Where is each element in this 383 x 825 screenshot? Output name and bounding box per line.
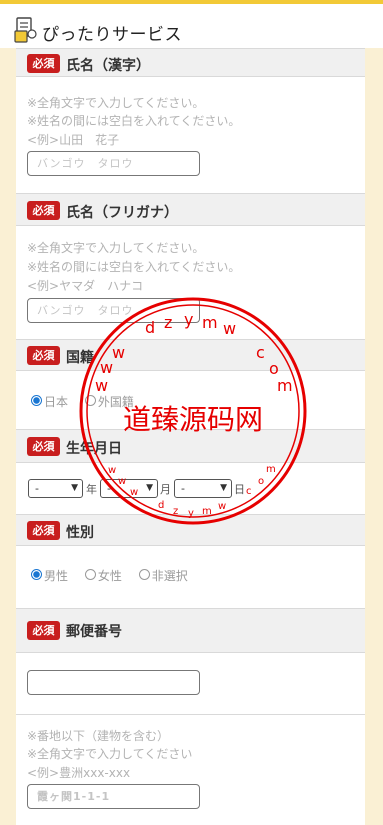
month-unit: 月 xyxy=(160,483,171,496)
year-unit: 年 xyxy=(86,483,97,496)
section-header-gender: 必須 性別 xyxy=(16,514,365,546)
postal-code-input[interactable] xyxy=(27,670,200,695)
section-title-gender: 性別 xyxy=(66,525,94,541)
section-divider xyxy=(16,714,365,715)
section-header-name-kana: 必須 氏名（フリガナ） xyxy=(16,193,365,226)
section-header-nationality: 必須 国籍 xyxy=(16,339,365,371)
required-badge: 必須 xyxy=(27,521,60,540)
birth-month-select[interactable]: - ▼ xyxy=(100,479,158,498)
section-title-name-kana: 氏名（フリガナ） xyxy=(66,205,178,221)
birth-year-value: - xyxy=(35,482,39,495)
hint-text: ※全角文字で入力してください。 xyxy=(27,96,205,110)
hint-text: ※全角文字で入力してください。 xyxy=(27,241,205,255)
section-header-postal: 必須 郵便番号 xyxy=(16,608,365,653)
hint-text: ※番地以下（建物を含む） xyxy=(27,729,170,743)
example-text: <例>山田 花子 xyxy=(27,133,120,147)
birth-day-value: - xyxy=(181,482,185,495)
hint-text: ※姓名の間には空白を入れてください。 xyxy=(27,260,241,274)
example-text: <例>ヤマダ ハナコ xyxy=(27,279,144,293)
radio-label-male: 男性 xyxy=(44,569,69,583)
day-unit: 日 xyxy=(234,483,245,496)
chevron-down-icon: ▼ xyxy=(146,483,153,493)
radio-male[interactable] xyxy=(31,569,42,580)
required-badge: 必須 xyxy=(27,621,60,640)
app-logo-icon xyxy=(14,17,37,43)
app-header: ぴったりサービス xyxy=(0,4,383,48)
hint-text: ※全角文字で入力してください xyxy=(27,747,193,761)
required-badge: 必須 xyxy=(27,54,60,73)
address-input[interactable]: 霞ヶ関1-1-1 xyxy=(27,784,200,809)
birth-year-select[interactable]: - ▼ xyxy=(28,479,83,498)
radio-label-unselected: 非選択 xyxy=(151,569,188,583)
example-text: <例>豊洲xxx-xxx xyxy=(27,766,131,780)
gender-radio-group: 男性 女性 非選択 xyxy=(31,567,201,584)
radio-label-female: 女性 xyxy=(97,569,122,583)
name-kanji-input[interactable]: バンゴウ タロウ xyxy=(27,151,200,176)
required-badge: 必須 xyxy=(27,346,60,365)
section-title-postal: 郵便番号 xyxy=(66,624,122,640)
radio-foreign[interactable] xyxy=(84,395,96,406)
radio-label-foreign: 外国籍 xyxy=(97,395,134,409)
section-header-birthdate: 必須 生年月日 xyxy=(16,429,365,463)
section-title-nationality: 国籍 xyxy=(66,350,94,366)
section-header-name-kanji: 必須 氏名（漢字） xyxy=(16,48,365,77)
radio-label-japan: 日本 xyxy=(44,395,69,409)
hint-text: ※姓名の間には空白を入れてください。 xyxy=(27,114,241,128)
radio-female[interactable] xyxy=(84,569,96,580)
required-badge: 必須 xyxy=(27,201,60,220)
section-title-birthdate: 生年月日 xyxy=(66,441,122,457)
nationality-radio-group: 日本 外国籍 xyxy=(31,393,147,410)
chevron-down-icon: ▼ xyxy=(71,483,78,493)
required-badge: 必須 xyxy=(27,437,60,456)
app-title: ぴったりサービス xyxy=(42,25,182,45)
name-kana-input[interactable]: バンゴウ タロウ xyxy=(27,298,200,323)
radio-unselected[interactable] xyxy=(138,569,150,580)
radio-japan[interactable] xyxy=(31,395,42,406)
birth-month-value: - xyxy=(107,482,111,495)
application-form: 必須 氏名（漢字） ※全角文字で入力してください。 ※姓名の間には空白を入れてく… xyxy=(16,48,365,825)
chevron-down-icon: ▼ xyxy=(220,483,227,493)
section-title-name-kanji: 氏名（漢字） xyxy=(66,58,150,74)
birth-day-select[interactable]: - ▼ xyxy=(174,479,232,498)
